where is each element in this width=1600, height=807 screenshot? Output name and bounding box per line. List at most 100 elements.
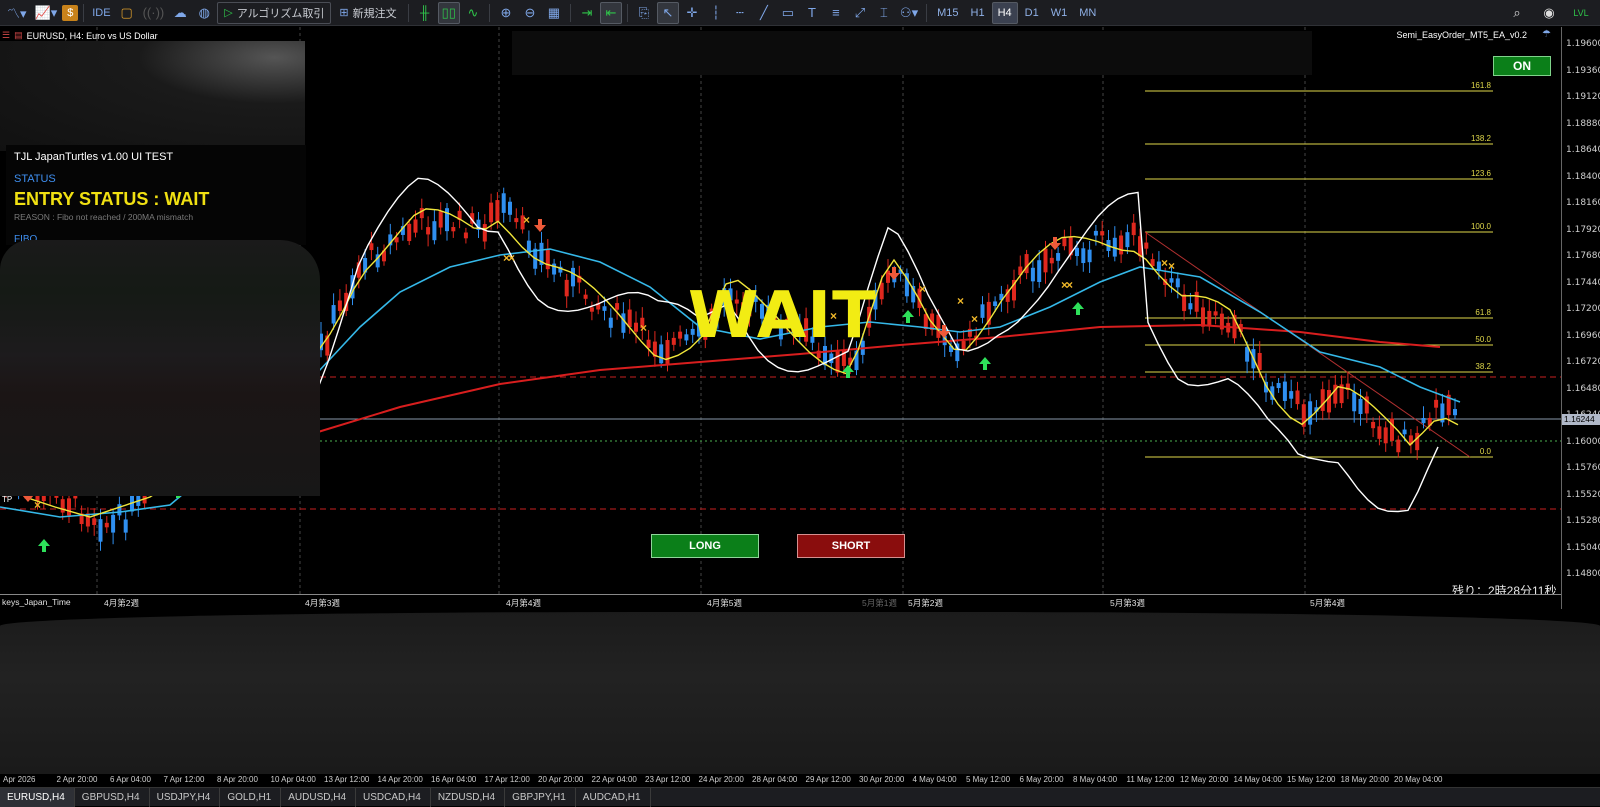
price-tick: 1.19120 [1566,92,1600,102]
algo-trading-button[interactable]: ▷ アルゴリズム取引 [217,1,332,24]
candle-body [495,200,500,222]
x-marker-icon: × [1161,256,1168,270]
text-icon[interactable]: T [801,2,823,24]
timeframe-mn[interactable]: MN [1074,2,1101,24]
signal-icon[interactable]: ((·)) [140,2,168,24]
price-chart[interactable]: 161.8 138.2 123.6 100.0 61.8 50.0 38.2 0.0 × × × × ×… [0,27,1562,609]
price-tick: 1.19360 [1566,65,1600,76]
date-tick: 6 Apr 04:00 [110,775,151,784]
timeframe-h1[interactable]: H1 [966,2,990,24]
candle-body [1182,294,1187,312]
candle-body [1396,439,1401,453]
vertical-line-icon[interactable]: ┆ [705,2,727,24]
candle-body [1030,267,1035,282]
buy-arrow-icon [902,310,914,323]
bar-chart-icon[interactable]: ╫ [414,2,436,24]
timeframe-m15[interactable]: M15 [932,2,963,24]
candle-body [1434,399,1439,408]
date-tick: 29 Apr 12:00 [805,775,851,784]
timeframe-h4[interactable]: H4 [991,1,1018,24]
symbol-tab[interactable]: AUDCAD,H1 [576,788,651,807]
short-button[interactable]: SHORT [797,534,905,558]
screenshot-icon[interactable]: ⎘ [633,2,655,24]
price-tick: 1.15280 [1566,516,1600,526]
status-label: STATUS [14,173,56,185]
candle-body [104,522,109,528]
search-icon[interactable]: ⌕ [1506,2,1528,24]
grid-icon[interactable]: ▦ [543,2,565,24]
candle-body [482,224,487,242]
price-tick: 1.17920 [1566,224,1600,235]
new-order-button[interactable]: ⊞ 新規注文 [333,2,402,24]
rectangle-icon[interactable]: ▭ [777,2,799,24]
timeframe-w1[interactable]: W1 [1046,2,1073,24]
symbol-tab[interactable]: AUDUSD,H4 [281,788,357,807]
chart-shift-icon[interactable]: ⇤ [599,1,622,24]
zoom-out-icon[interactable]: ⊖ [519,2,541,24]
market-icon[interactable]: ▢ [116,2,138,24]
price-axis[interactable]: 1.19600 1.19360 1.19120 1.18880 1.18640 1.184… [1562,27,1600,609]
zoom-in-icon[interactable]: ⊕ [495,2,517,24]
symbol-tab[interactable]: NZDUSD,H4 [431,788,506,807]
candle-body [1358,398,1363,414]
candle-body [98,519,103,542]
horizontal-line-icon[interactable]: ┄ [729,2,751,24]
candle-body [67,498,71,516]
level-icon[interactable]: LVL [1570,2,1592,24]
chart-menu-icon[interactable]: ☰ [2,30,10,41]
ea-on-button[interactable]: ON [1493,56,1551,76]
vps-icon[interactable]: ◍ [193,2,215,24]
candle-body [1037,260,1042,282]
candle-body [1402,429,1407,435]
candle-body [1049,257,1054,264]
line-icon[interactable]: ∿ [462,2,484,24]
autoscroll-icon[interactable]: ⇥ [576,2,598,24]
symbol-tab[interactable]: GBPJPY,H1 [505,788,576,807]
symbol-tab[interactable]: USDCAD,H4 [356,788,431,807]
candle-body [438,211,443,228]
date-tick: 18 May 20:00 [1340,775,1389,784]
date-tick: 17 Apr 12:00 [484,775,530,784]
candlestick-icon[interactable]: ▯▯ [437,1,460,24]
date-tick: 20 May 04:00 [1394,775,1443,784]
date-tick: 13 Apr 12:00 [324,775,370,784]
symbol-tab[interactable]: GBPUSD,H4 [75,788,150,807]
candle-body [936,314,941,338]
cloud-icon[interactable]: ☁ [169,2,191,24]
price-tick: 1.18400 [1566,171,1600,182]
chart-window-icon: ▤ [14,30,23,40]
price-tick: 1.18880 [1566,118,1600,129]
toolbar-separator [926,3,928,22]
shapes-icon[interactable]: ⚇▾ [897,2,921,24]
line-chart-icon[interactable]: 〽▾ [4,2,30,24]
fibonacci-icon[interactable]: ⤢ [849,2,871,24]
status-reason: REASON : Fibo not reached / 200MA mismat… [14,212,194,222]
crosshair-icon[interactable]: ✛ [681,2,703,24]
price-tick: 1.17680 [1566,251,1600,261]
candle-body [646,339,651,348]
candle-body [879,282,884,300]
timeframe-d1[interactable]: D1 [1020,2,1044,24]
dollar-icon[interactable]: $ [62,4,79,21]
week-label: 5月第3週 [1110,598,1145,608]
channel-icon[interactable]: ≡ [825,2,847,24]
candle-body [961,341,966,350]
trendline-icon[interactable]: ╱ [753,2,775,24]
candle-body [1043,248,1048,273]
candle-body [337,300,342,311]
label-icon[interactable]: ⌶ [873,2,895,24]
candle-body [419,208,424,219]
candle-body [1081,248,1086,264]
candle-body [1024,254,1029,274]
ide-button[interactable]: IDE [89,2,113,24]
symbol-tab[interactable]: GOLD,H1 [220,788,282,807]
account-icon[interactable]: ◉ [1538,2,1560,24]
symbol-tab[interactable]: USDJPY,H4 [150,788,221,807]
buy-arrow-icon [1072,302,1084,315]
long-button[interactable]: LONG [651,534,759,558]
symbol-tab[interactable]: EURUSD,H4 [0,788,75,807]
x-marker-icon: × [508,251,515,265]
date-tick: 22 Apr 04:00 [591,775,637,784]
cursor-icon[interactable]: ↖ [656,1,679,24]
chart-type-icon[interactable]: 📈▾ [32,2,61,24]
